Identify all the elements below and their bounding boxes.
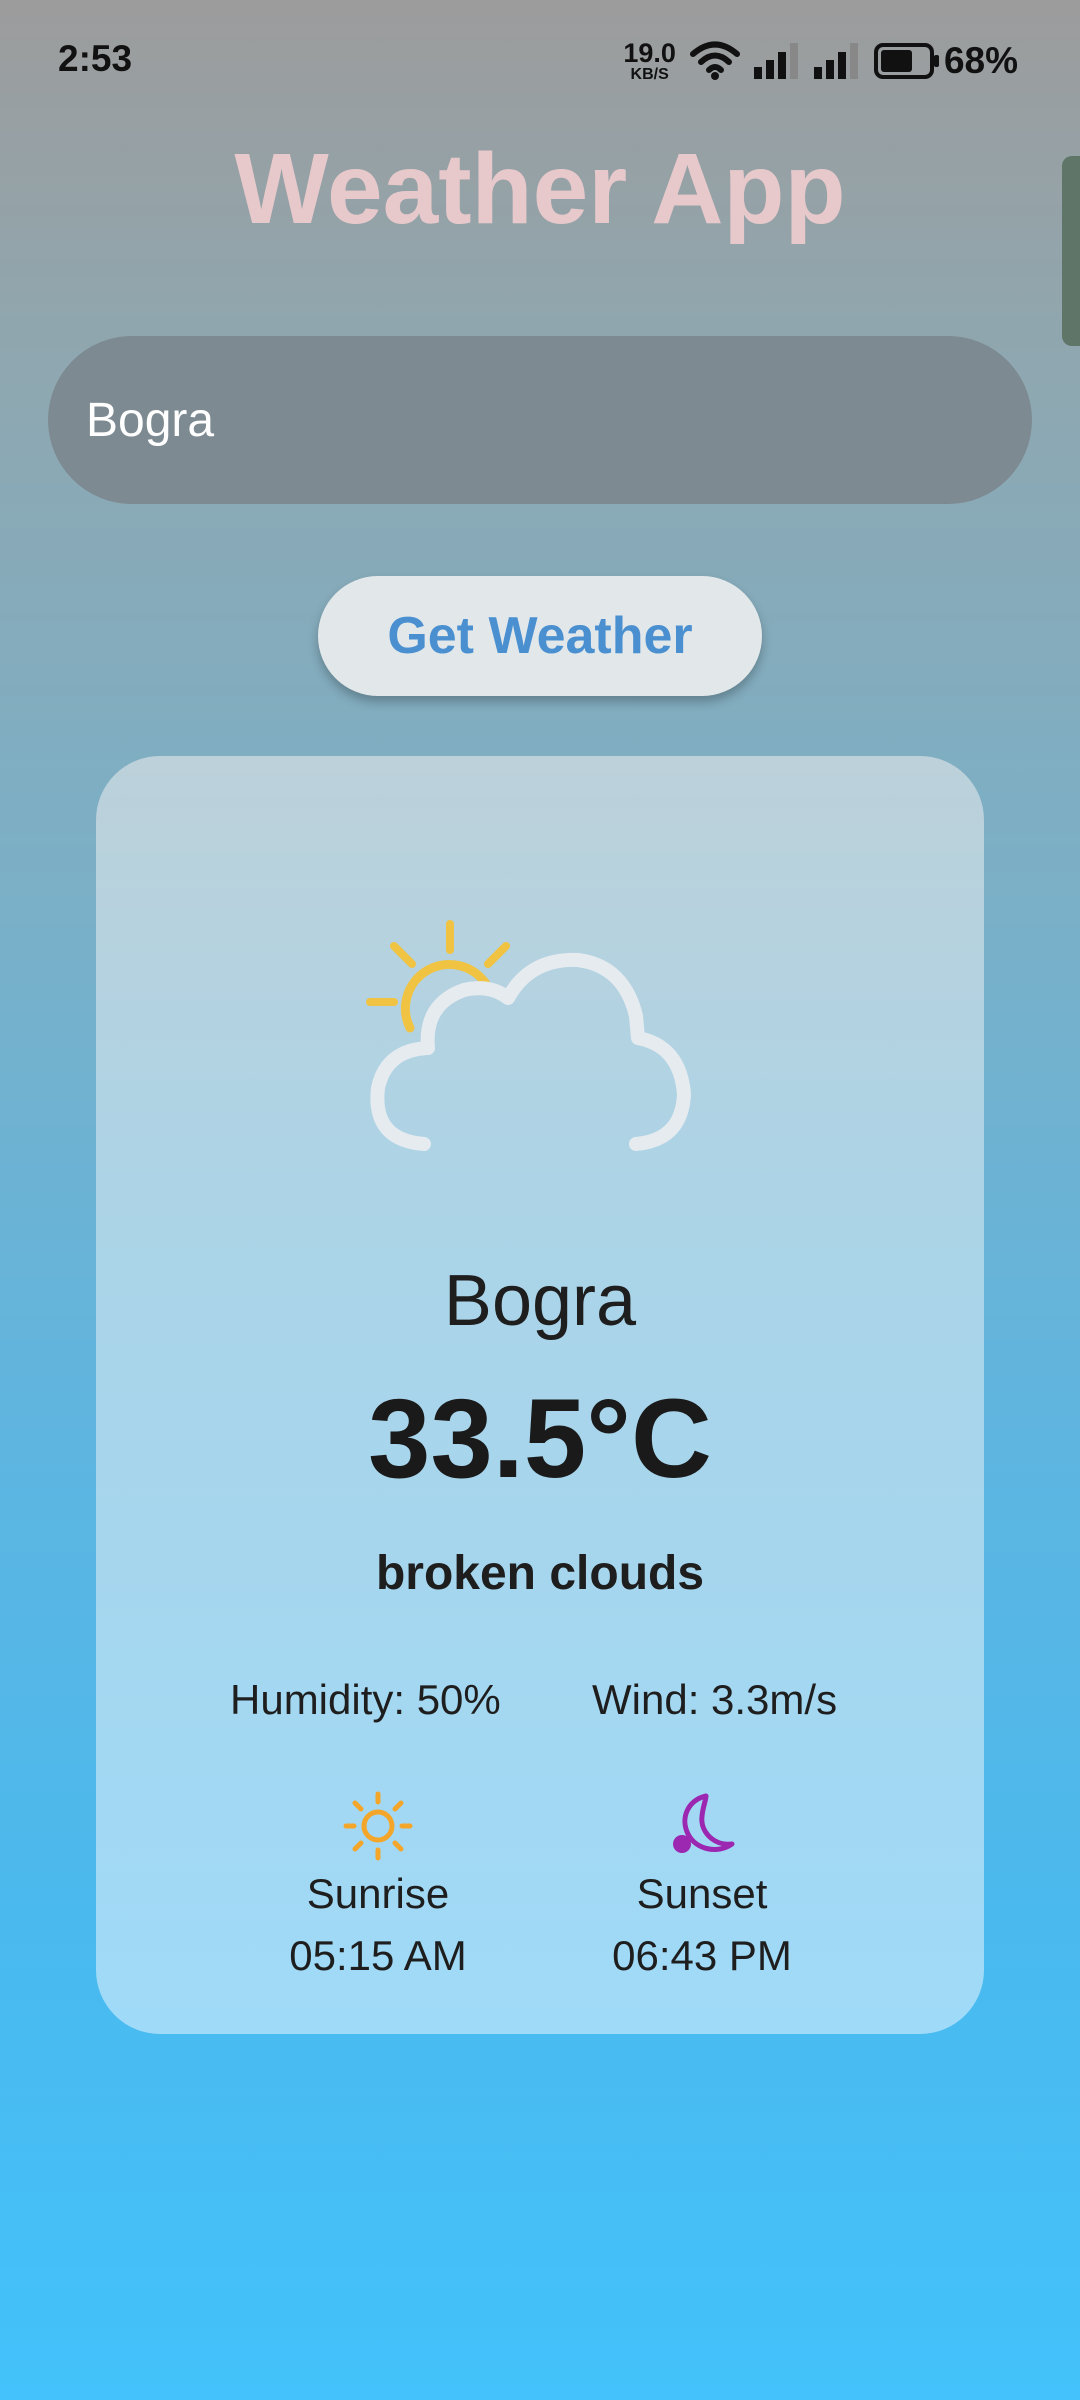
city-name: Bogra (443, 1261, 637, 1341)
weather-description: broken clouds (375, 1547, 705, 1600)
weather-card: Bogra 33.5°C broken clouds Humidity: 50%… (96, 756, 984, 2034)
moon-icon (552, 1790, 852, 1862)
wind-text: Wind: 3.3m/s (592, 1676, 838, 1723)
sunrise-info: Sunrise 05:15 AM (228, 1790, 528, 1980)
sunrise-label: Sunrise (306, 1870, 450, 1917)
sunrise-time: 05:15 AM (289, 1932, 467, 1979)
partly-cloudy-icon (360, 888, 720, 1158)
network-speed-unit: KB/S (630, 65, 669, 83)
sun-icon (228, 1790, 528, 1862)
humidity-text: Humidity: 50% (230, 1676, 501, 1723)
battery-icon (873, 43, 940, 79)
sunset-info: Sunset 06:43 PM (552, 1790, 852, 1980)
status-time: 2:53 (58, 38, 133, 79)
get-weather-button[interactable]: Get Weather (318, 576, 762, 696)
city-search-field[interactable] (48, 336, 1032, 504)
status-indicators: 19.0 KB/S 68% (623, 36, 1018, 86)
network-speed: 19.0 KB/S (623, 37, 676, 83)
city-search-input[interactable] (84, 391, 988, 449)
sunset-label: Sunset (636, 1870, 768, 1917)
cell-signal-icon-2 (813, 41, 860, 81)
status-bar: 2:53 19.0 KB/S 68% (0, 0, 1080, 124)
wifi-icon (689, 41, 740, 81)
temperature-value: 33.5°C (368, 1376, 712, 1501)
cell-signal-icon (753, 41, 800, 81)
sunset-time: 06:43 PM (612, 1932, 792, 1979)
page-title: Weather App (234, 133, 846, 245)
network-speed-value: 19.0 (623, 37, 676, 68)
battery-percent: 68% (943, 40, 1018, 81)
